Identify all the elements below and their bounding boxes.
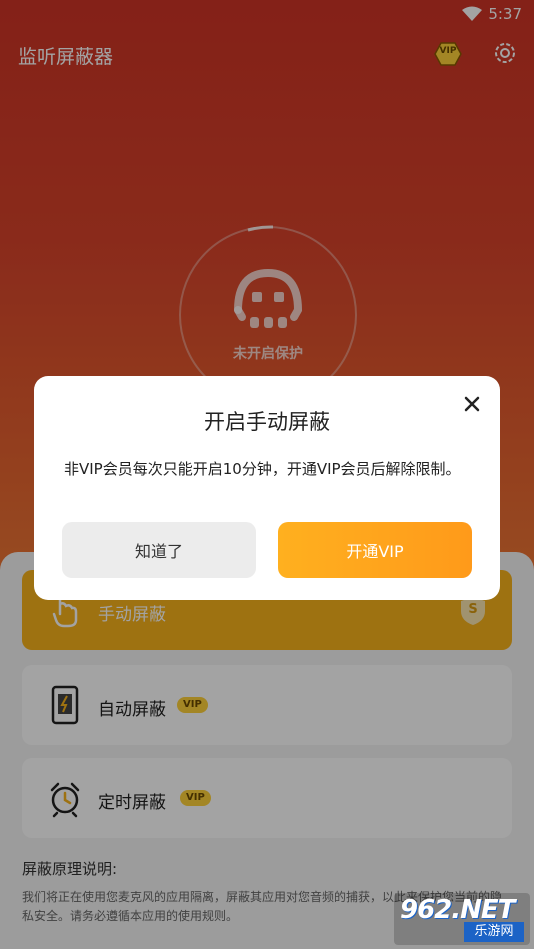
dialog-message: 非VIP会员每次只能开启10分钟，开通VIP会员后解除限制。 — [64, 460, 461, 478]
site-watermark: 962.NET 乐游网 — [394, 893, 530, 945]
dialog-title: 开启手动屏蔽 — [204, 410, 330, 434]
got-it-button[interactable]: 知道了 — [62, 522, 256, 578]
watermark-top: 962.NET — [400, 895, 515, 925]
open-vip-button[interactable]: 开通VIP — [278, 522, 472, 578]
manual-shield-dialog: 开启手动屏蔽 非VIP会员每次只能开启10分钟，开通VIP会员后解除限制。 知道… — [34, 376, 500, 600]
close-icon[interactable] — [462, 394, 482, 414]
watermark-bottom: 乐游网 — [464, 922, 524, 942]
